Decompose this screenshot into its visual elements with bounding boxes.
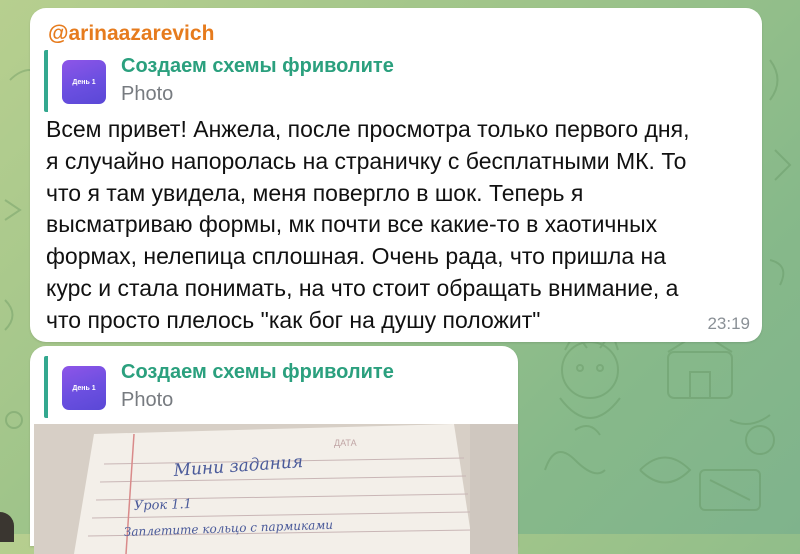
reply-thumbnail: День 1 — [62, 366, 106, 410]
message-text-line: что просто плелось "как бог на душу поло… — [46, 306, 541, 333]
message-text-line: курс и стала понимать, на что стоит обра… — [46, 274, 679, 301]
reply-title: Создаем схемы фриволите — [121, 361, 394, 383]
message-text-line: Всем привет! Анжела, после просмотра тол… — [46, 116, 690, 142]
message-bubble[interactable]: @arinaazarevich День 1 Создаем схемы фри… — [30, 8, 762, 342]
reply-preview[interactable]: День 1 Создаем схемы фриволите Photo — [44, 50, 468, 112]
message-time: 23:19 — [707, 314, 750, 333]
reply-preview[interactable]: День 1 Создаем схемы фриволите Photo — [44, 356, 468, 418]
avatar[interactable] — [0, 512, 14, 542]
handwriting-line: Урок 1.1 — [134, 497, 193, 514]
message-text: Всем привет! Анжела, после просмотра тол… — [46, 114, 746, 337]
reply-subtitle: Photo — [121, 389, 174, 411]
reply-subtitle: Photo — [121, 83, 174, 105]
message-bubble[interactable]: День 1 Создаем схемы фриволите Photo ДАТ… — [30, 346, 518, 554]
message-text-line: высматриваю формы, мк почти все какие-то… — [46, 211, 658, 238]
message-author[interactable]: @arinaazarevich — [48, 22, 214, 46]
reply-thumbnail: День 1 — [62, 60, 106, 104]
message-photo[interactable]: ДАТА Мини задания Урок 1.1 Заплетите кол… — [34, 424, 474, 554]
photo-edge — [470, 424, 518, 554]
notebook-date-label: ДАТА — [334, 438, 357, 448]
reply-title: Создаем схемы фриволите — [121, 55, 394, 77]
reply-thumbnail-label: День 1 — [72, 384, 96, 392]
message-text-line: формах, нелепица сплошная. Очень рада, ч… — [46, 243, 666, 270]
notebook-photo: ДАТА Мини задания Урок 1.1 Заплетите кол… — [34, 424, 474, 554]
message-text-line: что я там увидела, меня повергло в шок. … — [46, 179, 584, 206]
message-text-line: я случайно напоролась на страничку с бес… — [46, 147, 687, 174]
reply-thumbnail-label: День 1 — [72, 78, 96, 86]
